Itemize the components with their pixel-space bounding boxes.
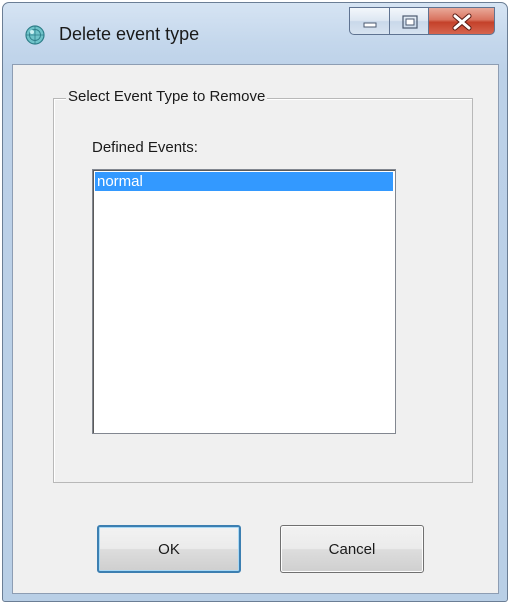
caption-buttons [349, 7, 495, 37]
minimize-icon [363, 22, 377, 28]
dialog-window: Delete event type Select Event Type to R… [2, 2, 508, 602]
event-type-groupbox: Select Event Type to Remove Defined Even… [53, 88, 473, 483]
close-button[interactable] [429, 7, 495, 35]
window-title: Delete event type [59, 24, 200, 44]
list-item[interactable]: normal [95, 172, 393, 191]
defined-events-label: Defined Events: [92, 139, 198, 156]
close-icon [452, 13, 472, 31]
ok-button[interactable]: OK [97, 525, 241, 573]
globe-app-icon [25, 25, 45, 45]
title-bar[interactable]: Delete event type [3, 3, 507, 65]
maximize-button[interactable] [389, 7, 429, 35]
dialog-client-area: Select Event Type to Remove Defined Even… [12, 64, 499, 594]
minimize-button[interactable] [349, 7, 389, 35]
cancel-button[interactable]: Cancel [280, 525, 424, 573]
maximize-icon [402, 15, 418, 29]
defined-events-listbox[interactable]: normal [92, 169, 396, 434]
groupbox-title: Select Event Type to Remove [66, 88, 268, 105]
